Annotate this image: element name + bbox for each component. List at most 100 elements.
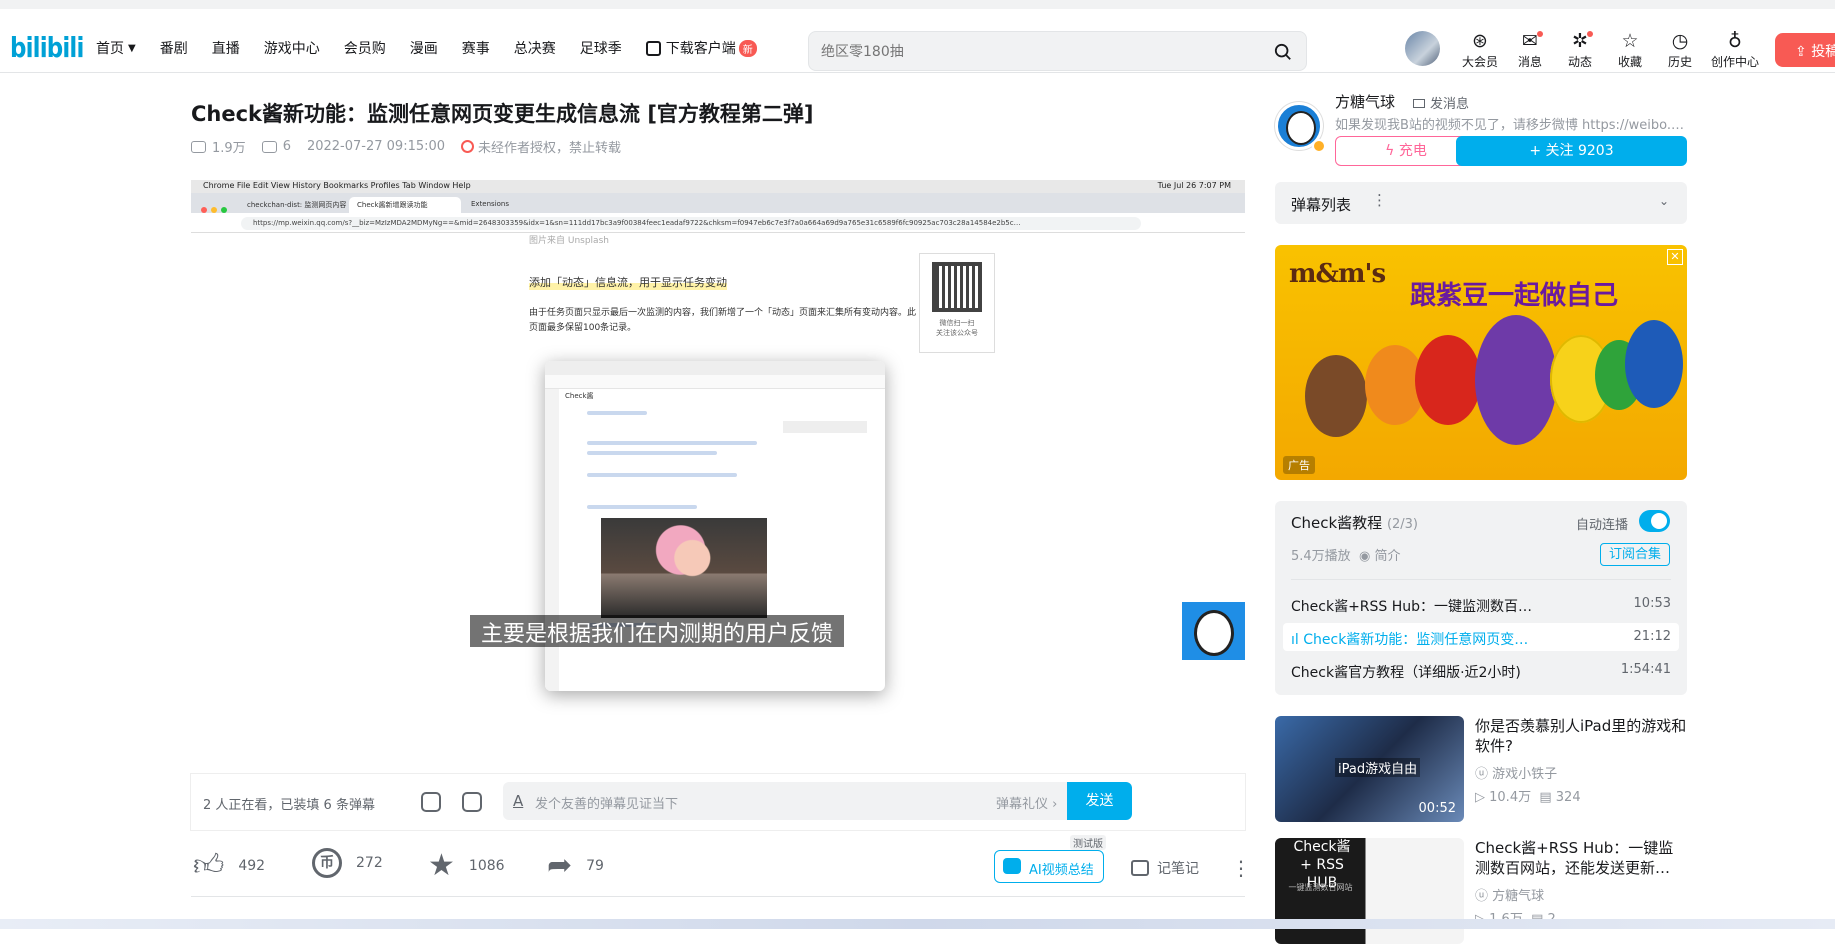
nav-finals[interactable]: 总决赛 [514,38,556,58]
favorite-video-button[interactable]: ★ 1086 [428,848,505,884]
danmaku-count: 6 [282,139,291,154]
video-actions: 👍︎ 492 币 272 ★ 1086 ➦ 79 AI视频总结 测试版 记笔记 ⋮ [191,835,1251,888]
recommend-thumbnail[interactable]: iPad游戏自由 00:52 [1275,716,1464,822]
collection-episode-current[interactable]: ıl Check酱新功能：监测任意网页变… 21:12 [1283,623,1679,651]
eye-icon: ◉ [1358,549,1371,564]
notes-icon [1131,860,1149,876]
collection-title[interactable]: Check酱教程 [1291,514,1382,532]
danmaku-list-more-icon[interactable]: ⋮ [1372,191,1387,209]
up-badge-icon: ⓤ [1475,889,1493,904]
header-icons: ⊛ 大会员 ✉ 消息 ✲ 动态 ☆ 收藏 ◷ 历史 ♁ 创作中心 [1455,29,1765,70]
download-icon [645,40,661,56]
send-danmaku-button[interactable]: 发送 [1067,782,1132,820]
video-meta: 1.9万 6 2022-07-27 09:15:00 未经作者授权，禁止转载 [191,137,637,156]
nav-download-client[interactable]: 下载客户端新 [645,38,757,58]
browser-tab: Extensions [471,200,510,208]
ad-banner[interactable]: m&m's 跟紫豆一起做自己 ✕ 广告 [1275,245,1687,480]
more-options-icon[interactable]: ⋮ [1231,856,1251,880]
creator-center-button[interactable]: ♁ 创作中心 [1705,29,1765,70]
subscribe-collection-button[interactable]: 订阅合集 [1600,543,1670,566]
danmaku-list-panel[interactable]: 弹幕列表 ⋮ ⌄ [1275,182,1687,224]
vip-button[interactable]: ⊛ 大会员 [1455,29,1505,70]
nav-home[interactable]: 首页 ▼ [96,38,136,58]
nav-game-center[interactable]: 游戏中心 [264,38,320,58]
favorite-button[interactable]: ☆ 收藏 [1605,29,1655,70]
article-frame: 图片来自 Unsplash 添加「动态」信息流，用于显示任务变动 由于任务页面只… [191,233,1245,774]
danmaku-list-title: 弹幕列表 [1291,196,1352,214]
collection-episode[interactable]: Check酱官方教程（详细版·近2小时) 1:54:41 [1283,656,1679,684]
coin-button[interactable]: 币 272 [312,848,383,878]
playing-bars-icon: ıl [1291,632,1304,648]
verified-badge-icon [1312,139,1326,153]
beta-tag: 测试版 [1070,835,1106,850]
collection-intro[interactable]: 简介 [1374,549,1400,564]
uploader-name[interactable]: 方糖气球 [1335,91,1395,112]
nav-esports[interactable]: 赛事 [462,38,490,58]
search-icon[interactable] [1274,43,1292,61]
play-count-icon: ▷ [1475,790,1490,805]
nav-football[interactable]: 足球季 [580,38,622,58]
autoplay-toggle[interactable] [1639,510,1670,532]
send-message-link[interactable]: 发消息 [1413,93,1469,112]
share-icon: ➦ [547,848,573,883]
top-header: bilibili 首页 ▼ 番剧 直播 游戏中心 会员购 漫画 赛事 总决赛 足球… [0,9,1835,73]
browser-tab: checkchan-dist: 监测网页内容… [247,201,347,209]
nav-live[interactable]: 直播 [212,38,240,58]
danmaku-style-icon[interactable]: A [513,792,523,810]
ad-close-icon[interactable]: ✕ [1667,249,1683,265]
danmaku-input[interactable]: 发个友善的弹幕见证当下 [535,793,678,812]
anime-image [601,518,767,618]
history-button[interactable]: ◷ 历史 [1655,29,1705,70]
collection-progress: (2/3) [1386,517,1419,532]
chevron-down-icon[interactable]: ⌄ [1659,194,1669,208]
danmaku-count-icon: ▤ [1539,790,1556,805]
danmaku-toggle-icon[interactable] [421,792,441,812]
star-icon: ★ [428,848,455,883]
search-input[interactable] [821,41,1251,63]
video-player[interactable]: Chrome File Edit View History Bookmarks … [191,180,1245,774]
recommend-card[interactable]: Check酱 + RSS HUB 一键监测数百网站 Check酱+RSS Hub… [1275,838,1687,946]
recommend-author[interactable]: ⓤ 方糖气球 [1475,885,1544,904]
user-avatar[interactable] [1405,31,1440,66]
ad-slogan: 跟紫豆一起做自己 [1410,281,1619,311]
bilibili-logo[interactable]: bilibili [10,31,84,64]
message-icon: ✉ [1522,30,1538,52]
new-badge: 新 [738,39,757,57]
vip-icon: ⊛ [1472,30,1488,52]
dynamic-icon: ✲ [1572,30,1588,52]
window-top-strip [0,0,1835,9]
danmaku-settings-icon[interactable] [462,792,482,812]
recommend-author[interactable]: ⓤ 游戏小铁子 [1475,763,1557,782]
uploader-avatar[interactable] [1275,102,1326,153]
mac-menubar: Chrome File Edit View History Bookmarks … [191,180,1245,193]
notes-button[interactable]: 记笔记 [1131,858,1199,878]
collection-episode[interactable]: Check酱+RSS Hub：一键监测数百… 10:53 [1283,590,1679,618]
main-nav: 首页 ▼ 番剧 直播 游戏中心 会员购 漫画 赛事 总决赛 足球季 下载客户端新 [96,38,781,58]
like-button[interactable]: 👍︎ 492 [193,848,265,884]
message-button[interactable]: ✉ 消息 [1505,29,1555,70]
ad-candy [1625,320,1683,408]
danmaku-etiquette-link[interactable]: 弹幕礼仪 › [996,793,1057,812]
follow-button[interactable]: + 关注 9203 [1456,136,1687,166]
ad-candy [1415,335,1481,425]
nav-mall[interactable]: 会员购 [344,38,386,58]
ai-summary-button[interactable]: AI视频总结 测试版 [994,835,1106,883]
recommend-title[interactable]: Check酱+RSS Hub：一键监测数百网站，还能发送更新… [1475,838,1687,878]
os-taskbar [0,919,1835,929]
recommend-title[interactable]: 你是否羡慕别人iPad里的游戏和软件? [1475,716,1687,756]
coin-icon: 币 [312,848,342,878]
upload-button[interactable]: ⇪ 投稿 [1775,33,1835,67]
ad-label: 广告 [1283,456,1315,474]
nav-manga[interactable]: 漫画 [410,38,438,58]
share-button[interactable]: ➦ 79 [547,848,604,884]
browser-tab-active: Check酱新增跟读功能 [349,197,461,213]
chevron-down-icon: ▼ [128,42,136,54]
favorite-icon: ☆ [1621,30,1639,52]
nav-bangumi[interactable]: 番剧 [160,38,188,58]
danmaku-input-box[interactable]: A 发个友善的弹幕见证当下 弹幕礼仪 › [503,782,1073,820]
copyright-notice: 未经作者授权，禁止转载 [478,141,622,156]
presenter-avatar [1182,602,1245,660]
recommend-card[interactable]: iPad游戏自由 00:52 你是否羡慕别人iPad里的游戏和软件? ⓤ 游戏小… [1275,716,1687,824]
dynamic-button[interactable]: ✲ 动态 [1555,29,1605,70]
danmaku-count-icon [261,140,277,153]
